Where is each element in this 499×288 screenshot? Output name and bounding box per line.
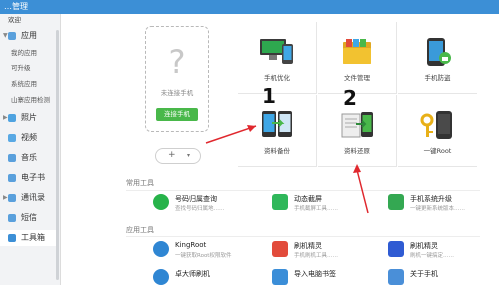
arrow-annotation-1 bbox=[205, 125, 257, 144]
annotation-overlay bbox=[205, 125, 369, 214]
handwritten-number-one: 1 bbox=[262, 84, 276, 108]
handwritten-number-two: 2 bbox=[343, 86, 357, 110]
arrow-annotation-2 bbox=[353, 164, 369, 214]
